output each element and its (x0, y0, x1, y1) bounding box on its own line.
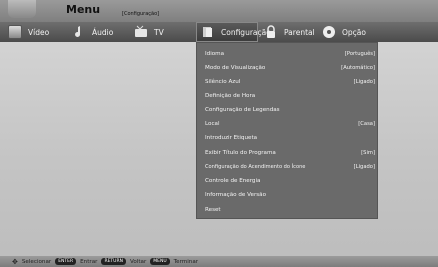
menu-item-label: Configuração de Legendas (205, 106, 280, 113)
config-icon (201, 25, 215, 39)
menu-item-configuracao-legendas[interactable]: Configuração de Legendas (197, 103, 379, 116)
menu-item-value: [Casa] (358, 120, 375, 127)
menu-item-exibir-titulo[interactable]: Exibir Título do Programa [Sim] (197, 146, 379, 159)
menu-item-controle-energia[interactable]: Controle de Energia (197, 174, 379, 187)
header-tab-decoration (8, 0, 36, 18)
menu-item-label: Silêncio Azul (205, 78, 241, 85)
menu-item-idioma[interactable]: Idioma [Português] (197, 47, 379, 60)
tv-menu-screen: Menu [Configuração] Vídeo Áudio TV Confi… (0, 0, 438, 267)
menu-item-silencio-azul[interactable]: Silêncio Azul [Ligado] (197, 75, 379, 88)
tab-audio-label: Áudio (92, 27, 114, 37)
lock-icon (264, 25, 278, 39)
menu-item-value: [Português] (344, 50, 375, 57)
footer-help-bar: ✥ Selecionar ENTER Entrar RETURN Voltar … (0, 256, 438, 267)
menu-item-label: Definição de Hora (205, 92, 256, 99)
menu-item-reset[interactable]: Reset (197, 203, 379, 216)
menu-item-label: Introduzir Etiqueta (205, 134, 258, 141)
tab-audio[interactable]: Áudio (72, 22, 113, 42)
menu-item-value: [Ligado] (353, 78, 375, 85)
menu-key-badge: MENU (150, 258, 170, 265)
menu-item-label: Local (205, 120, 220, 127)
footer-enter-label: Entrar (80, 258, 98, 265)
menu-item-value: [Automático] (341, 64, 375, 71)
menu-item-label: Exibir Título do Programa (205, 149, 276, 156)
enter-key-badge: ENTER (55, 258, 77, 265)
menu-item-value: [Sim] (361, 149, 375, 156)
menu-item-definicao-hora[interactable]: Definição de Hora (197, 89, 379, 102)
tab-configuracao[interactable]: Configuração (196, 22, 271, 42)
tab-bar: Vídeo Áudio TV Configuração Parental Opç… (0, 22, 438, 42)
menu-item-informacao-versao[interactable]: Informação de Versão (197, 188, 379, 201)
menu-item-value: [Ligado] (353, 163, 375, 170)
disc-icon (322, 25, 336, 39)
tab-parental-label: Parental (284, 27, 315, 37)
tab-video-label: Vídeo (28, 27, 50, 37)
menu-title: Menu (66, 3, 101, 16)
menu-item-label: Idioma (205, 50, 225, 57)
video-icon (8, 25, 22, 39)
menu-item-modo-visualizacao[interactable]: Modo de Visualização [Automático] (197, 61, 379, 74)
menu-item-introduzir-etiqueta[interactable]: Introduzir Etiqueta (197, 131, 379, 144)
menu-item-label: Configuração do Acendimento do Ícone (205, 163, 306, 170)
footer-return-label: Voltar (129, 258, 147, 265)
menu-item-label: Modo de Visualização (205, 64, 266, 71)
tab-tv[interactable]: TV (134, 22, 164, 42)
tab-opcao-label: Opção (342, 27, 366, 37)
menu-subtitle: [Configuração] (122, 11, 160, 17)
tab-video[interactable]: Vídeo (8, 22, 49, 42)
configuration-panel: Idioma [Português] Modo de Visualização … (196, 42, 378, 219)
menu-item-label: Controle de Energia (205, 177, 261, 184)
tv-icon (134, 25, 148, 39)
return-key-badge: RETURN (101, 258, 126, 265)
menu-item-label: Informação de Versão (205, 191, 267, 198)
menu-item-local[interactable]: Local [Casa] (197, 117, 379, 130)
footer-menu-label: Terminar (173, 258, 199, 265)
footer-select-label: Selecionar (21, 258, 52, 265)
tab-tv-label: TV (154, 27, 164, 37)
menu-item-acendimento-icone[interactable]: Configuração do Acendimento do Ícone [Li… (197, 160, 379, 173)
navigation-arrows-icon: ✥ (12, 257, 18, 266)
audio-icon (72, 25, 86, 39)
menu-item-label: Reset (205, 206, 221, 213)
tab-opcao[interactable]: Opção (322, 22, 366, 42)
tab-parental[interactable]: Parental (264, 22, 315, 42)
